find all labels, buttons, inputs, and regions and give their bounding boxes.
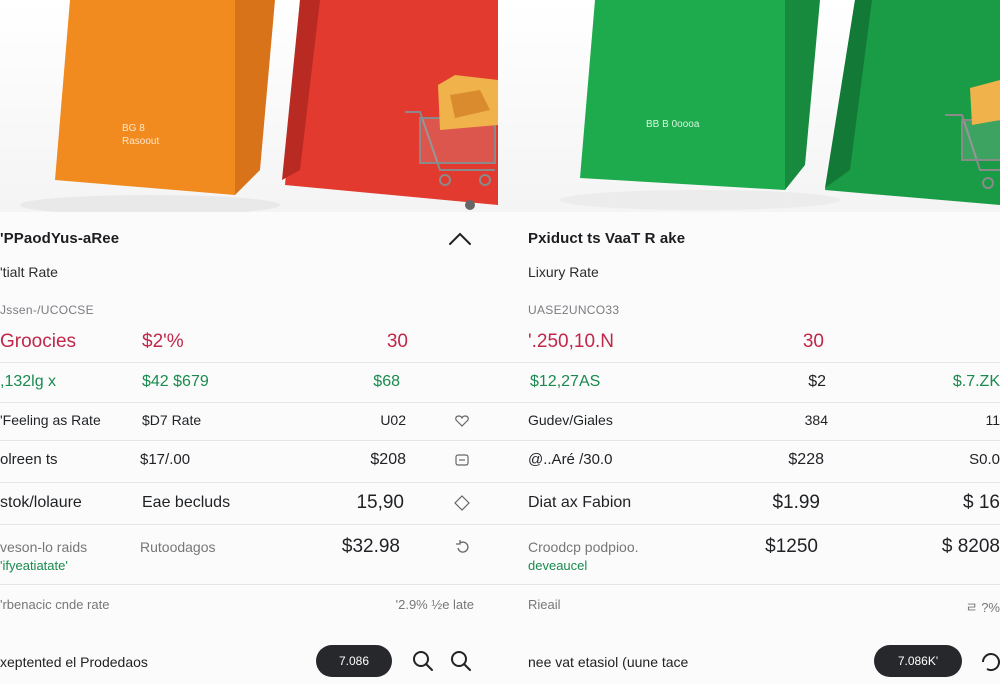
product-title: 'PPaodYus-aRee <box>0 230 120 247</box>
bag-print-text: BG 8 Rasoout <box>122 123 160 147</box>
row-right: $.7.ZK <box>952 373 1000 390</box>
row-mid: $2'% <box>142 331 184 352</box>
table-row[interactable]: Croodcp podpioo. deveaucel $1250 $ 8208 <box>500 524 1000 585</box>
row-name: ,132lg x <box>0 373 57 390</box>
footer-label: nee vat etasiol (uune tace <box>528 654 689 670</box>
row-right: 11 <box>985 412 1000 428</box>
refresh-icon[interactable] <box>455 539 471 555</box>
chevron-up-icon[interactable] <box>446 228 474 250</box>
row-value: $32.98 <box>341 536 400 557</box>
hero-image-left: BG 8 Rasoout <box>0 0 500 212</box>
hero-image-right: BB B 0oooa <box>500 0 1000 212</box>
row-value: 384 <box>804 412 828 428</box>
table-row[interactable]: veson-lo raids 'ifyeatiatate' Rutoodagos… <box>0 524 500 585</box>
summary-value: ㄹ ?% <box>965 600 1000 615</box>
row-name: Croodcp podpioo. <box>528 539 639 555</box>
summary-value: '2.9% ½e late <box>395 597 474 612</box>
summary-row: 'rbenacic cnde rate '2.9% ½e late <box>0 584 500 628</box>
table-row[interactable]: stok/lolaure Eae becluds 15,90 <box>0 482 500 525</box>
row-mid: Rutoodagos <box>140 539 216 555</box>
row-name: 'Feeling as Rate <box>0 412 101 428</box>
value-pill-button[interactable]: 7.086K' <box>874 645 962 677</box>
bag-print-text: BB B 0oooa <box>646 119 700 130</box>
shopping-bags-illustration <box>560 0 1000 210</box>
row-value: $1.99 <box>772 492 820 513</box>
table-row[interactable]: @..Aré /30.0 $228 S0.0 <box>500 440 1000 483</box>
row-value: $68 <box>373 373 400 390</box>
row-value: $1250 <box>765 536 818 557</box>
row-value: $228 <box>788 451 824 468</box>
table-row[interactable]: ,132lg x $42 $679 $68 <box>0 362 500 403</box>
row-value: $2 <box>808 373 826 390</box>
shopping-bags-illustration <box>20 0 498 212</box>
table-row[interactable]: 'Feeling as Rate $D7 Rate U02 <box>0 402 500 441</box>
product-panel-left: BG 8 Rasoout 'PPaodYus-aRee 'tialt Rate … <box>0 0 501 684</box>
search-icon[interactable] <box>448 648 474 674</box>
table-row[interactable]: Diat ax Fabion $1.99 $ 16 <box>500 482 1000 525</box>
row-mid: $42 $679 <box>142 373 209 390</box>
section-label: UASE2UNCO33 <box>528 303 620 317</box>
row-name: Groocies <box>0 331 77 352</box>
table-row[interactable]: olreen ts $17/.00 $208 <box>0 440 500 483</box>
product-subtitle: 'tialt Rate <box>0 264 58 280</box>
row-name: stok/lolaure <box>0 494 82 511</box>
refresh-icon[interactable] <box>978 648 1000 674</box>
product-panel-right: BB B 0oooa Pxiduct ts VaaT R ake Lixury … <box>500 0 1000 684</box>
row-right: $ 16 <box>963 492 1000 513</box>
row-name: $12,27AS <box>530 373 601 390</box>
search-icon[interactable] <box>410 648 436 674</box>
summary-label: 'rbenacic cnde rate <box>0 597 110 612</box>
heart-icon[interactable] <box>454 413 470 429</box>
product-title: Pxiduct ts VaaT R ake <box>528 230 686 247</box>
table-row[interactable]: Gudev/Giales 384 11 <box>500 402 1000 441</box>
row-right: S0.0 <box>969 451 1000 468</box>
row-value: 30 <box>802 331 824 352</box>
row-value: 15,90 <box>356 492 404 513</box>
value-pill-button[interactable]: 7.086 <box>316 645 392 677</box>
row-sub: 'ifyeatiatate' <box>0 558 68 573</box>
row-name: @..Aré /30.0 <box>528 451 613 468</box>
row-name: Gudev/Giales <box>528 412 613 428</box>
row-mid: $17/.00 <box>140 451 191 468</box>
row-value: U02 <box>380 412 406 428</box>
row-mid: $D7 Rate <box>142 412 202 428</box>
row-name: olreen ts <box>0 451 58 468</box>
summary-label: Rieail <box>528 597 561 612</box>
row-name: '.250,10.N <box>528 331 615 352</box>
product-subtitle: Lixury Rate <box>528 264 599 280</box>
row-value: 30 <box>386 331 408 352</box>
row-right: $ 8208 <box>941 536 1000 557</box>
row-mid: Eae becluds <box>142 494 231 511</box>
row-value: $208 <box>370 451 406 468</box>
row-name: Diat ax Fabion <box>528 494 632 511</box>
section-label: Jssen-/UCOCSE <box>0 303 94 317</box>
diamond-icon[interactable] <box>454 495 470 511</box>
summary-row: Rieail ㄹ ?% <box>500 584 1000 628</box>
row-name: veson-lo raids <box>0 539 88 555</box>
table-row[interactable]: $12,27AS $2 $.7.ZK <box>500 362 1000 403</box>
table-row[interactable]: '.250,10.N 30 <box>500 322 1000 363</box>
minus-box-icon[interactable] <box>454 452 470 468</box>
table-row[interactable]: Groocies $2'% 30 <box>0 322 500 363</box>
row-sub: deveaucel <box>528 558 588 573</box>
footer-label: xeptented el Prodedaos <box>0 654 148 670</box>
